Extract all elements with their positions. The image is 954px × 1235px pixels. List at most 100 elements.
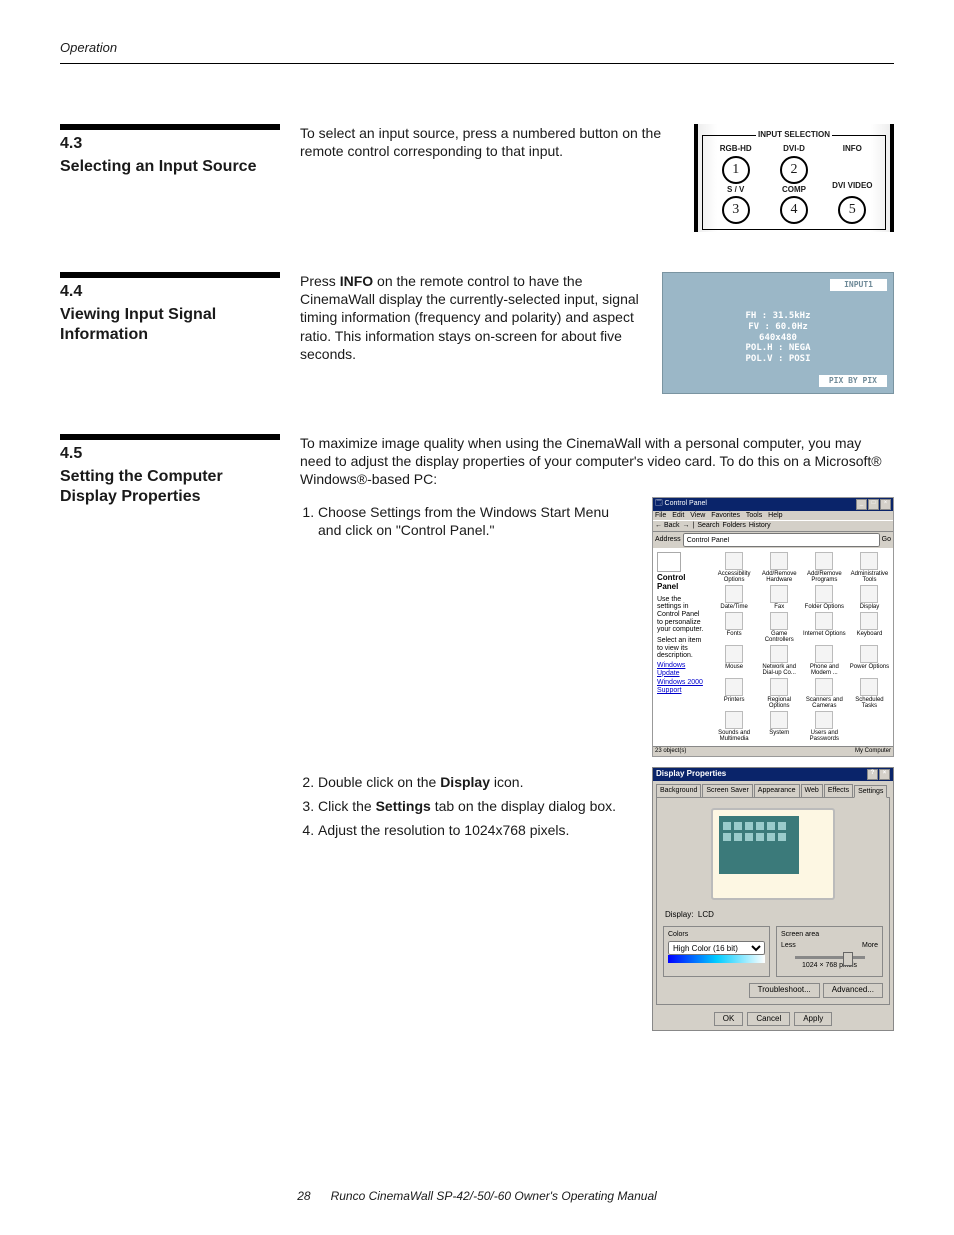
menu-tools: Tools	[746, 512, 762, 519]
cp-titlebar: 🗔 Control Panel _□×	[653, 498, 893, 511]
tool-history: History	[749, 522, 771, 530]
cp-icon: Fax	[758, 585, 801, 610]
remote-lbl-dvivid: DVI VIDEO	[832, 181, 872, 191]
dp-less: Less	[781, 941, 796, 950]
cp-icon-grid: Accessibility OptionsAdd/Remove Hardware…	[711, 548, 893, 746]
osd-l3: 640x480	[663, 333, 893, 344]
section-4-3: 4.3 Selecting an Input Source To select …	[60, 124, 894, 232]
heading-4-3: 4.3 Selecting an Input Source	[60, 124, 280, 232]
body-4-5-intro-p: To maximize image quality when using the…	[300, 434, 894, 489]
dp-area-fieldset: Screen area LessMore 1024 × 768 pixels	[776, 926, 883, 977]
dp-titlebar: Display Properties ?×	[653, 768, 893, 781]
help-icon: ?	[867, 769, 878, 780]
dp-advanced-btn: Advanced...	[823, 983, 883, 997]
status-count: 23 object(s)	[655, 748, 686, 755]
rule-under-head	[60, 63, 894, 64]
section-number-4-4: 4.4	[60, 282, 280, 303]
osd-figure: INPUT1 FH : 31.5kHz FV : 60.0Hz 640x480 …	[662, 272, 894, 394]
cp-left-title: Control Panel	[657, 574, 707, 592]
step-4: Adjust the resolution to 1024x768 pixels…	[318, 821, 632, 839]
body-4-4: Press INFO on the remote control to have…	[300, 272, 642, 367]
body-4-3: To select an input source, press a numbe…	[300, 124, 674, 164]
cp-icon: Scheduled Tasks	[848, 678, 891, 709]
dp-cancel-btn: Cancel	[747, 1012, 790, 1026]
dp-more: More	[862, 941, 878, 950]
section-number-4-3: 4.3	[60, 134, 280, 155]
cp-icon: Add/Remove Hardware	[758, 552, 801, 583]
osd-l4: POL.H : NEGA	[663, 343, 893, 354]
close-icon: ×	[880, 499, 891, 510]
remote-lbl-info: INFO	[843, 144, 862, 154]
tab-screensaver: Screen Saver	[702, 784, 752, 797]
dp-troubleshoot-btn: Troubleshoot...	[749, 983, 820, 997]
cp-icon: Keyboard	[848, 612, 891, 643]
cp-icon: Display	[848, 585, 891, 610]
tab-background: Background	[656, 784, 701, 797]
tool-fwd: →	[683, 522, 690, 530]
section-title-4-3: Selecting an Input Source	[60, 157, 280, 177]
cp-icon: System	[758, 711, 801, 742]
cp-icon: Mouse	[713, 645, 756, 676]
addr-label: Address	[655, 536, 681, 544]
dp-display-label: Display:	[665, 910, 693, 919]
dp-apply-btn: Apply	[794, 1012, 832, 1026]
cp-icon: Scanners and Cameras	[803, 678, 846, 709]
dp-colors-fieldset: Colors High Color (16 bit)	[663, 926, 770, 977]
body-4-4-pre: Press	[300, 273, 340, 289]
page-number: 28	[297, 1189, 310, 1205]
tool-search: Search	[697, 522, 719, 530]
dp-area-legend: Screen area	[781, 930, 878, 939]
cp-icon: Administrative Tools	[848, 552, 891, 583]
section-4-4: 4.4 Viewing Input Signal Information Pre…	[60, 272, 894, 394]
menu-help: Help	[768, 512, 782, 519]
cp-icon: Printers	[713, 678, 756, 709]
control-panel-figure: 🗔 Control Panel _□× File Edit View Favor…	[652, 497, 894, 757]
section-4-5-a: 4.5 Setting the Computer Display Propert…	[60, 434, 894, 757]
link-win2000: Windows 2000 Support	[657, 679, 707, 694]
body-4-5-intro: To maximize image quality when using the…	[300, 434, 894, 493]
osd-l5: POL.V : POSI	[663, 354, 893, 365]
osd-l1: FH : 31.5kHz	[663, 311, 893, 322]
cp-icon: Add/Remove Programs	[803, 552, 846, 583]
remote-btn-4: 4	[780, 196, 808, 224]
body-4-3-p1: To select an input source, press a numbe…	[300, 124, 674, 160]
dp-slider	[795, 956, 865, 959]
tab-web: Web	[801, 784, 823, 797]
cp-left-text2: Select an item to view its description.	[657, 637, 707, 660]
link-winupdate: Windows Update	[657, 662, 707, 677]
menu-edit: Edit	[672, 512, 684, 519]
heading-4-5: 4.5 Setting the Computer Display Propert…	[60, 434, 280, 757]
dp-colors-legend: Colors	[668, 930, 765, 939]
cp-icon: Game Controllers	[758, 612, 801, 643]
remote-btn-1: 1	[722, 156, 750, 184]
step-2: Double click on the Display icon.	[318, 773, 632, 791]
remote-btn-5: 5	[838, 196, 866, 224]
cp-icon: Phone and Modem ...	[803, 645, 846, 676]
remote-lbl-dvi: DVI-D	[783, 144, 805, 154]
page-footer: 28 Runco CinemaWall SP-42/-50/-60 Owner'…	[60, 1189, 894, 1205]
cp-status-bar: 23 object(s) My Computer	[653, 746, 893, 756]
tool-folders: Folders	[723, 522, 746, 530]
dp-display-value: LCD	[698, 910, 714, 919]
remote-lbl-comp: COMP	[782, 185, 806, 195]
remote-lbl-rgb: RGB-HD	[720, 144, 752, 154]
body-4-4-bold: INFO	[340, 273, 373, 289]
section-number-4-5: 4.5	[60, 444, 280, 465]
dp-tabs: Background Screen Saver Appearance Web E…	[653, 781, 893, 797]
osd-input-badge: INPUT1	[830, 279, 887, 291]
osd-l2: FV : 60.0Hz	[663, 322, 893, 333]
go-button: Go	[882, 536, 891, 544]
tab-effects: Effects	[824, 784, 853, 797]
heading-4-4: 4.4 Viewing Input Signal Information	[60, 272, 280, 394]
dp-ok-btn: OK	[714, 1012, 744, 1026]
step-1: Choose Settings from the Windows Start M…	[318, 503, 632, 539]
folder-icon	[657, 552, 681, 572]
cp-icon: Folder Options	[803, 585, 846, 610]
minimize-icon: _	[856, 499, 867, 510]
remote-btn-3: 3	[722, 196, 750, 224]
tab-settings: Settings	[854, 785, 887, 798]
cp-address-bar: Address Go	[653, 532, 893, 548]
maximize-icon: □	[868, 499, 879, 510]
step-3: Click the Settings tab on the display di…	[318, 797, 632, 815]
monitor-preview	[711, 808, 835, 900]
